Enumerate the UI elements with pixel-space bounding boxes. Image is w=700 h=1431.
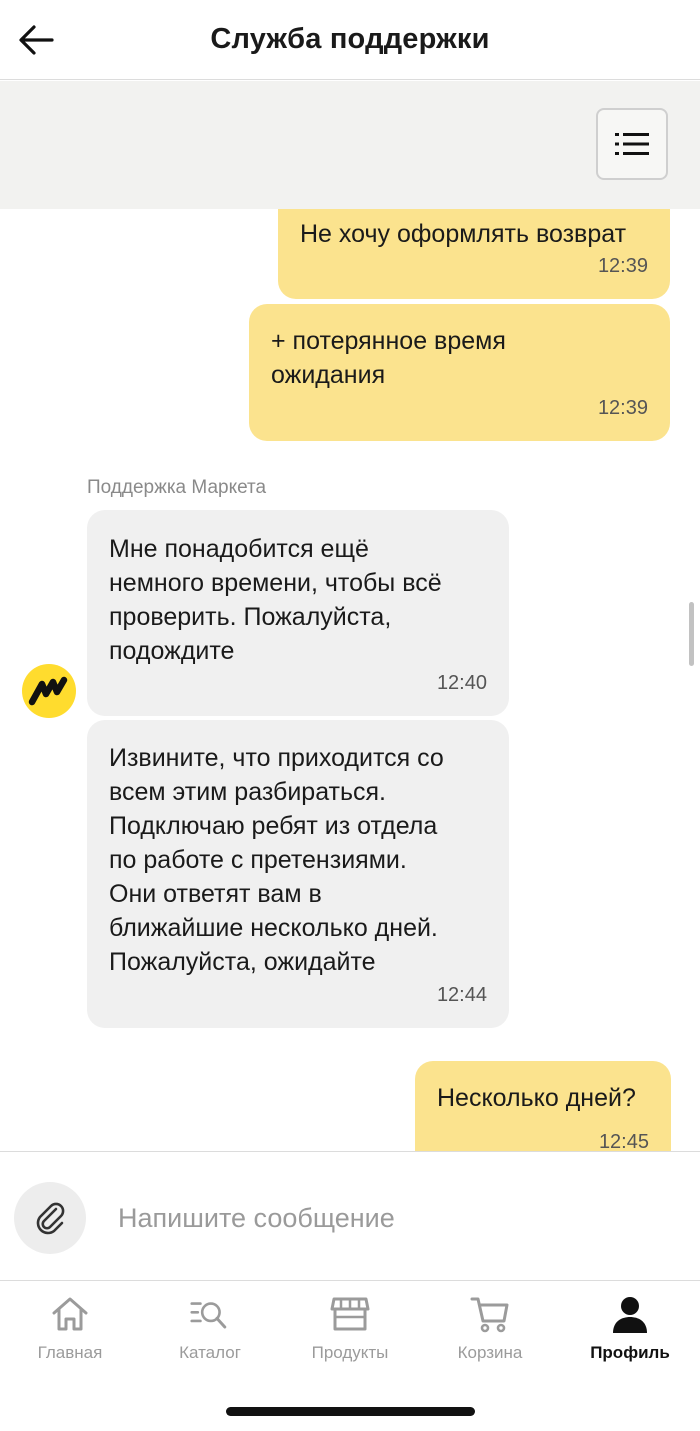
tab-label: Главная [37, 1343, 103, 1362]
message-input[interactable] [104, 1192, 664, 1244]
message-text: + потерянное время ожидания [271, 327, 506, 389]
tab-label: Корзина [457, 1343, 523, 1362]
bottom-tab-bar: Главная Каталог Продукты Корзина Профиль [0, 1282, 700, 1431]
message-time: 12:40 [436, 672, 487, 694]
list-icon [615, 133, 649, 155]
menu-button[interactable] [596, 108, 668, 180]
profile-icon [610, 1294, 650, 1334]
outgoing-message: Несколько дней? 12:45 [415, 1061, 671, 1151]
message-text: Несколько дней? [437, 1084, 636, 1112]
chat-scrollbar[interactable] [689, 602, 694, 666]
message-time: 12:39 [597, 255, 648, 277]
arrow-left-icon [19, 25, 54, 55]
tab-profile[interactable]: Профиль [570, 1294, 690, 1368]
tab-label: Профиль [590, 1343, 670, 1362]
incoming-message: Извините, что приходится со всем этим ра… [87, 720, 509, 1028]
chat-thread[interactable]: Не хочу оформлять возврат 12:39 + потеря… [0, 209, 700, 1151]
message-time: 12:39 [597, 397, 648, 419]
attach-button[interactable] [14, 1182, 86, 1254]
catalog-search-icon [190, 1294, 230, 1334]
incoming-message: Мне понадобится ещё немного времени, что… [87, 510, 509, 716]
support-avatar [22, 664, 76, 718]
tab-cart[interactable]: Корзина [430, 1294, 550, 1368]
sender-name: Поддержка Маркета [87, 477, 267, 498]
outgoing-message: Не хочу оформлять возврат 12:39 [278, 209, 670, 299]
home-icon [50, 1294, 90, 1334]
tab-home[interactable]: Главная [10, 1294, 130, 1368]
message-text: Извините, что приходится со всем этим ра… [109, 744, 444, 976]
back-button[interactable] [14, 18, 58, 62]
message-composer [0, 1151, 700, 1281]
tab-catalog[interactable]: Каталог [150, 1294, 270, 1368]
market-logo-icon [28, 676, 68, 706]
chat-toolbar [0, 81, 700, 209]
tab-products[interactable]: Продукты [290, 1294, 410, 1368]
store-icon [330, 1294, 370, 1334]
page-title: Служба поддержки [210, 23, 490, 55]
tab-label: Продукты [311, 1343, 389, 1362]
outgoing-message: + потерянное время ожидания 12:39 [249, 304, 670, 441]
message-text: Не хочу оформлять возврат [300, 220, 627, 248]
tab-label: Каталог [179, 1343, 241, 1362]
paperclip-icon [36, 1202, 65, 1235]
message-time: 12:44 [436, 984, 487, 1006]
top-bar: Служба поддержки [0, 0, 700, 80]
home-indicator [226, 1407, 475, 1416]
cart-icon [470, 1294, 510, 1334]
message-time: 12:45 [598, 1131, 649, 1151]
message-text: Мне понадобится ещё немного времени, что… [109, 535, 442, 665]
